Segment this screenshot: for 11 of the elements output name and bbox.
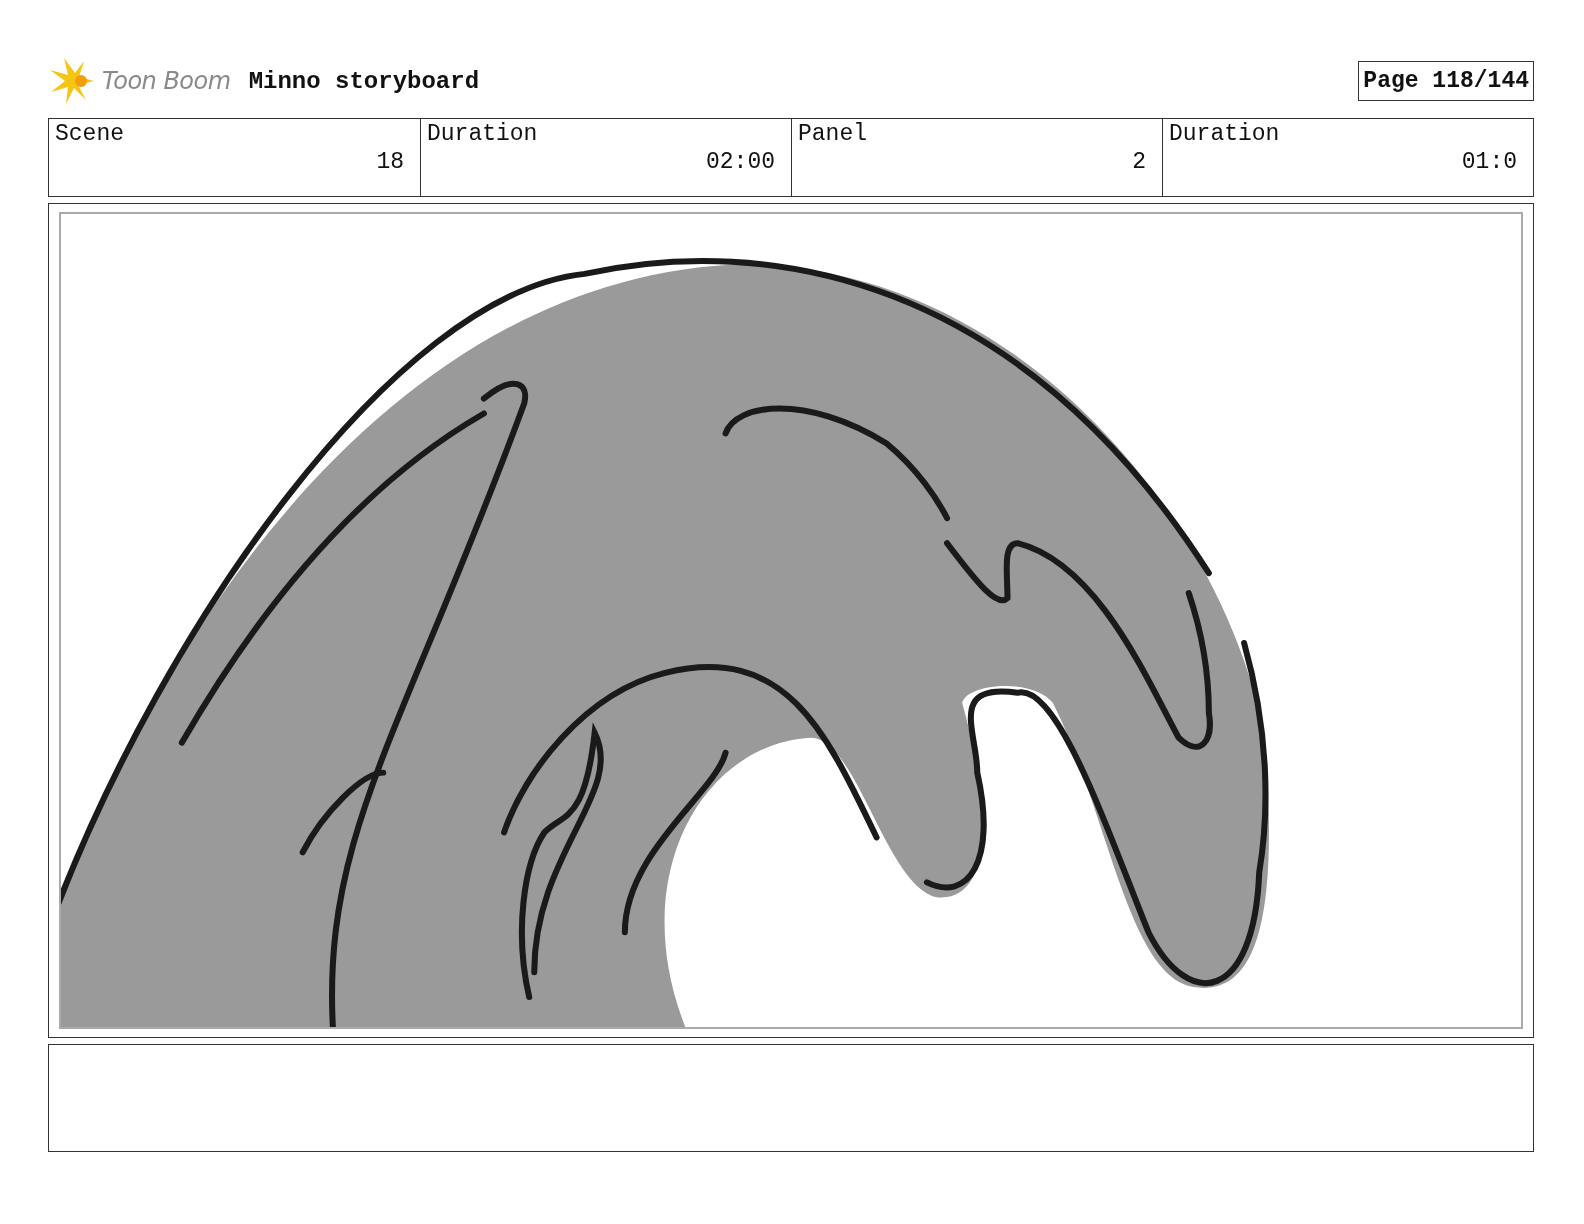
- info-value: 01:0: [1461, 149, 1517, 175]
- logo-text: Toon Boom: [102, 67, 231, 95]
- info-label: Duration: [1169, 121, 1281, 147]
- info-label: Panel: [798, 121, 868, 147]
- info-label: Duration: [427, 121, 539, 147]
- info-value: 2: [1132, 149, 1146, 175]
- info-value: 02:00: [706, 149, 775, 175]
- info-label: Scene: [55, 121, 125, 147]
- info-value: 18: [376, 149, 404, 175]
- page-number: Page 118/144: [1358, 61, 1534, 101]
- storyboard-title: Minno storyboard: [248, 67, 480, 95]
